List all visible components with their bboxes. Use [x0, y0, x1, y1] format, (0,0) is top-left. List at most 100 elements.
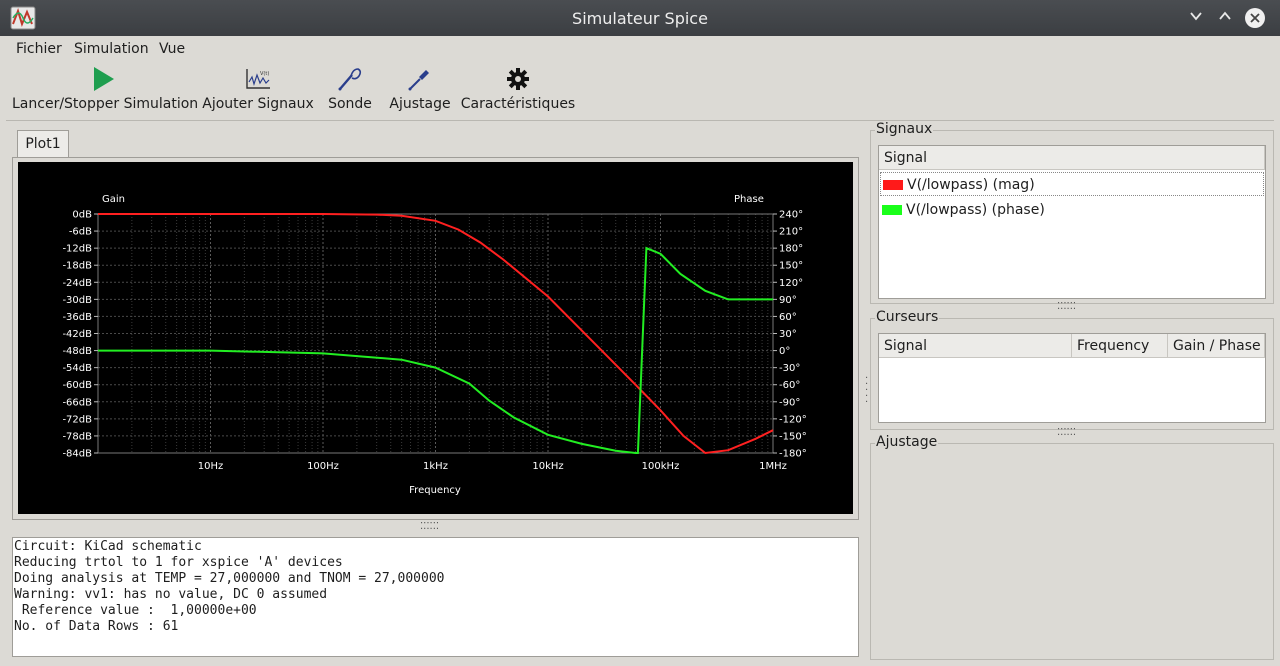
signal-row-phase[interactable]: V(/lowpass) (phase) — [880, 198, 1264, 222]
y-left-tick-label: -84dB — [62, 449, 92, 460]
y-left-tick-label: -6dB — [69, 227, 92, 238]
console-line: Warning: vv1: has no value, DC 0 assumed — [14, 587, 328, 602]
y-right-tick-label: -150° — [779, 431, 807, 442]
x-tick-label: 1MHz — [759, 461, 787, 472]
y-right-tick-label: -180° — [779, 449, 807, 460]
x-tick-label: 10Hz — [198, 461, 224, 472]
y-left-tick-label: -18dB — [62, 261, 92, 272]
title-bar: Simulateur Spice — [0, 0, 1280, 36]
y-left-tick-label: -30dB — [62, 295, 92, 306]
y-left-tick-label: -42dB — [62, 329, 92, 340]
x-tick-label: 100kHz — [642, 461, 680, 472]
signals-header[interactable]: Signal — [879, 146, 1265, 170]
plot-notebook: Plot1 0dB -6dB -12dB -18dB -24dB -30dB -36dB -4… — [12, 128, 859, 520]
cursors-group: Curseurs Signal Frequency Gain / Phase — [870, 309, 1274, 430]
y-right-tick-label: 210° — [779, 227, 803, 238]
menu-simulation[interactable]: Simulation — [74, 41, 149, 57]
minimize-button[interactable] — [1186, 8, 1206, 28]
y-left-tick-label: -54dB — [62, 363, 92, 374]
signal-label: V(/lowpass) (mag) — [907, 177, 1035, 193]
console-line: Reducing trtol to 1 for xspice 'A' devic… — [14, 555, 343, 570]
close-icon — [1250, 13, 1260, 23]
vertical-splitter-handle[interactable]: · · · · · — [865, 374, 869, 408]
tune-button[interactable]: Ajustage — [386, 62, 454, 120]
toolbar: Lancer/Stopper Simulation V(t) Ajouter S… — [6, 62, 1274, 121]
probe-label: Sonde — [328, 96, 372, 112]
svg-text:V(t): V(t) — [260, 71, 269, 77]
y-left-tick-label: 0dB — [72, 210, 92, 221]
x-tick-label: 1kHz — [423, 461, 448, 472]
x-tick-label: 10kHz — [532, 461, 563, 472]
add-signals-button[interactable]: V(t) Ajouter Signaux — [202, 62, 314, 120]
splitter-handle[interactable]: ⁚⁚⁚⁚⁚⁚ — [1057, 427, 1076, 438]
chevron-up-icon — [1219, 11, 1231, 20]
signal-row-mag[interactable]: V(/lowpass) (mag) — [880, 172, 1264, 196]
signal-label: V(/lowpass) (phase) — [906, 202, 1045, 218]
splitter-handle[interactable]: ⁚⁚⁚⁚⁚⁚ — [420, 521, 439, 532]
y-right-tick-label: -60° — [779, 380, 800, 391]
menu-fichier[interactable]: Fichier — [16, 41, 62, 57]
signals-table[interactable]: Signal V(/lowpass) (mag) V(/lowpass) (ph… — [878, 145, 1266, 299]
y-left-tick-label: -72dB — [62, 414, 92, 425]
phase-axis-title: Phase — [734, 194, 764, 205]
console-line: Circuit: KiCad schematic — [14, 539, 202, 554]
maximize-button[interactable] — [1215, 8, 1235, 28]
tuning-title: Ajustage — [875, 434, 939, 450]
y-right-tick-label: -90° — [779, 397, 800, 408]
add-signals-label: Ajouter Signaux — [202, 96, 314, 112]
y-left-tick-label: -66dB — [62, 397, 92, 408]
plot-canvas[interactable]: 0dB -6dB -12dB -18dB -24dB -30dB -36dB -42dB -48… — [18, 162, 853, 514]
gain-axis-title: Gain — [102, 194, 125, 205]
probe-icon — [338, 68, 362, 91]
y-right-tick-label: 60° — [779, 312, 797, 323]
y-left-tick-label: -24dB — [62, 278, 92, 289]
y-right-tick-label: 180° — [779, 244, 803, 255]
y-right-tick-label: 150° — [779, 261, 803, 272]
y-right-tick-label: -120° — [779, 414, 807, 425]
simulation-console[interactable]: Circuit: KiCad schematic Reducing trtol … — [12, 537, 859, 657]
cursor-col-signal[interactable]: Signal — [879, 334, 1072, 358]
console-line: Doing analysis at TEMP = 27,000000 and T… — [14, 571, 445, 586]
cursor-col-frequency[interactable]: Frequency — [1072, 334, 1168, 358]
console-line: No. of Data Rows : 61 — [14, 619, 179, 634]
y-right-tick-label: 0° — [779, 346, 790, 357]
y-right-tick-label: 90° — [779, 295, 797, 306]
signals-title: Signaux — [875, 121, 934, 137]
tab-plot1[interactable]: Plot1 — [17, 130, 69, 158]
chevron-down-icon — [1190, 12, 1202, 21]
bode-plot[interactable]: 0dB -6dB -12dB -18dB -24dB -30dB -36dB -42dB -48… — [18, 162, 853, 514]
frequency-axis-title: Frequency — [409, 485, 461, 496]
menu-vue[interactable]: Vue — [159, 41, 185, 57]
run-simulation-button[interactable]: Lancer/Stopper Simulation — [12, 62, 199, 120]
y-left-tick-label: -36dB — [62, 312, 92, 323]
signal-color-swatch — [882, 205, 902, 215]
y-right-tick-label: 120° — [779, 278, 803, 289]
tune-probe-icon — [408, 70, 429, 91]
console-line: Reference value : 1,00000e+00 — [14, 603, 257, 618]
add-signals-icon: V(t) — [246, 69, 270, 89]
gear-icon — [507, 68, 529, 90]
y-left-tick-label: -78dB — [62, 431, 92, 442]
y-left-tick-label: -12dB — [62, 244, 92, 255]
window-title: Simulateur Spice — [572, 9, 708, 28]
tuning-group: Ajustage — [870, 434, 1274, 660]
tune-label: Ajustage — [389, 96, 451, 112]
y-right-tick-label: -30° — [779, 363, 800, 374]
y-left-tick-label: -48dB — [62, 346, 92, 357]
cursor-col-gain-phase[interactable]: Gain / Phase — [1168, 334, 1265, 358]
menu-bar: Fichier Simulation Vue — [6, 37, 1274, 61]
cursors-table[interactable]: Signal Frequency Gain / Phase — [878, 333, 1266, 423]
x-tick-label: 100Hz — [307, 461, 339, 472]
plot-panel: 0dB -6dB -12dB -18dB -24dB -30dB -36dB -42dB -48… — [12, 157, 859, 520]
y-right-tick-label: 240° — [779, 210, 803, 221]
signals-group: Signaux Signal V(/lowpass) (mag) V(/lowp… — [870, 121, 1274, 304]
settings-button[interactable]: Caractéristiques — [460, 62, 576, 120]
run-simulation-label: Lancer/Stopper Simulation — [12, 96, 199, 112]
y-right-tick-label: 30° — [779, 329, 797, 340]
y-left-tick-label: -60dB — [62, 380, 92, 391]
cursors-title: Curseurs — [875, 309, 940, 325]
splitter-handle[interactable]: ⁚⁚⁚⁚⁚⁚ — [1057, 301, 1076, 312]
probe-button[interactable]: Sonde — [322, 62, 378, 120]
close-button[interactable] — [1245, 8, 1265, 28]
play-icon — [94, 67, 114, 91]
